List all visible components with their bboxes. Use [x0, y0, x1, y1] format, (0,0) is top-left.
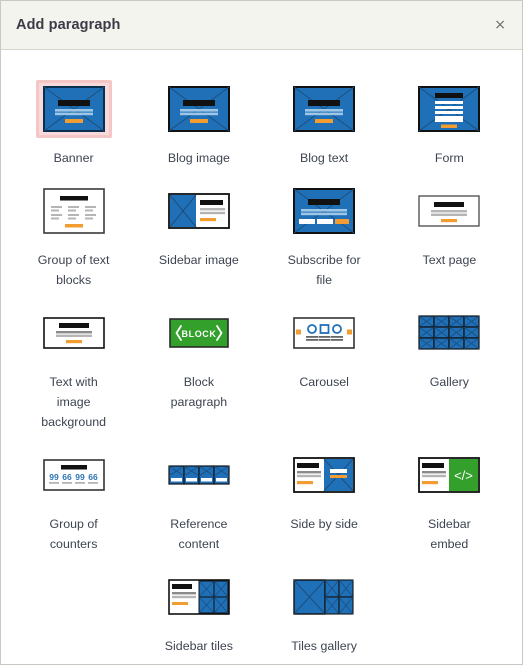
paragraph-type-label: Group of text blocks	[37, 253, 110, 287]
paragraph-type-sidebar-image[interactable]: Sidebar image	[136, 174, 261, 296]
paragraph-type-group-of-text-blocks[interactable]: Group of text blocks	[11, 174, 136, 296]
paragraph-type-label: Reference content	[170, 517, 228, 551]
paragraph-type-grid-body: Banner Blog image Blog text Form Group o…	[1, 50, 522, 664]
svg-text:66: 66	[88, 472, 98, 482]
group-of-text-blocks-icon	[36, 182, 112, 240]
paragraph-type-label: Blog text	[300, 151, 349, 165]
svg-text:99: 99	[75, 472, 85, 482]
side-by-side-icon	[286, 446, 362, 504]
paragraph-type-label: Sidebar tiles	[164, 639, 233, 653]
paragraph-type-label: Banner	[53, 151, 94, 165]
paragraph-type-side-by-side[interactable]: Side by side	[262, 438, 387, 560]
sidebar-embed-icon: </>	[411, 446, 487, 504]
paragraph-type-label: Sidebar embed	[428, 517, 471, 551]
paragraph-type-label: Tiles gallery	[291, 639, 357, 653]
paragraph-type-label: Text page	[422, 253, 477, 267]
text-page-icon	[411, 182, 487, 240]
paragraph-type-gallery[interactable]: Gallery	[387, 296, 512, 438]
blog-image-icon	[161, 80, 237, 138]
grid-spacer	[11, 560, 136, 662]
paragraph-type-label: Carousel	[299, 375, 349, 389]
dialog-title: Add paragraph	[16, 17, 121, 33]
carousel-icon	[286, 304, 362, 362]
paragraph-type-blog-image[interactable]: Blog image	[136, 72, 261, 174]
banner-icon	[35, 80, 112, 138]
paragraph-type-label: Blog image	[167, 151, 230, 165]
paragraph-type-label: Text with image background	[41, 375, 106, 429]
text-with-image-background-icon	[36, 304, 112, 362]
paragraph-type-banner[interactable]: Banner	[11, 72, 136, 174]
reference-content-icon	[161, 446, 237, 504]
sidebar-tiles-icon	[161, 568, 237, 626]
paragraph-type-label: Block paragraph	[170, 375, 228, 409]
paragraph-type-label: Gallery	[429, 375, 469, 389]
form-icon	[411, 80, 487, 138]
paragraph-type-sidebar-tiles[interactable]: Sidebar tiles	[136, 560, 261, 662]
grid-spacer	[387, 560, 512, 662]
paragraph-type-reference-content[interactable]: Reference content	[136, 438, 261, 560]
subscribe-for-file-icon	[286, 182, 362, 240]
dialog-header: Add paragraph ×	[1, 1, 522, 50]
paragraph-type-label: Form	[434, 151, 464, 165]
paragraph-type-blog-text[interactable]: Blog text	[262, 72, 387, 174]
paragraph-type-sidebar-embed[interactable]: </> Sidebar embed	[387, 438, 512, 560]
paragraph-type-text-with-image-background[interactable]: Text with image background	[11, 296, 136, 438]
paragraph-type-label: Group of counters	[49, 517, 98, 551]
paragraph-type-block-paragraph[interactable]: BLOCK Block paragraph	[136, 296, 261, 438]
paragraph-type-label: Side by side	[290, 517, 358, 531]
group-of-counters-icon: 99 66 99 66	[36, 446, 112, 504]
svg-text:66: 66	[62, 472, 72, 482]
paragraph-type-label: Subscribe for file	[287, 253, 361, 287]
gallery-icon	[411, 304, 487, 362]
svg-text:BLOCK: BLOCK	[181, 329, 216, 339]
svg-text:99: 99	[49, 472, 59, 482]
paragraph-type-grid: Banner Blog image Blog text Form Group o…	[11, 72, 512, 662]
svg-text:</>: </>	[454, 468, 473, 483]
paragraph-type-tiles-gallery[interactable]: Tiles gallery	[262, 560, 387, 662]
paragraph-type-text-page[interactable]: Text page	[387, 174, 512, 296]
blog-text-icon	[286, 80, 362, 138]
paragraph-type-form[interactable]: Form	[387, 72, 512, 174]
paragraph-type-carousel[interactable]: Carousel	[262, 296, 387, 438]
paragraph-type-subscribe-for-file[interactable]: Subscribe for file	[262, 174, 387, 296]
paragraph-type-label: Sidebar image	[158, 253, 239, 267]
close-icon[interactable]: ×	[490, 16, 510, 34]
sidebar-image-icon	[161, 182, 237, 240]
tiles-gallery-icon	[286, 568, 362, 626]
block-paragraph-icon: BLOCK	[161, 304, 237, 362]
add-paragraph-dialog: Add paragraph × Banner Blog image Blog t…	[0, 0, 523, 665]
paragraph-type-group-of-counters[interactable]: 99 66 99 66 Group of counters	[11, 438, 136, 560]
